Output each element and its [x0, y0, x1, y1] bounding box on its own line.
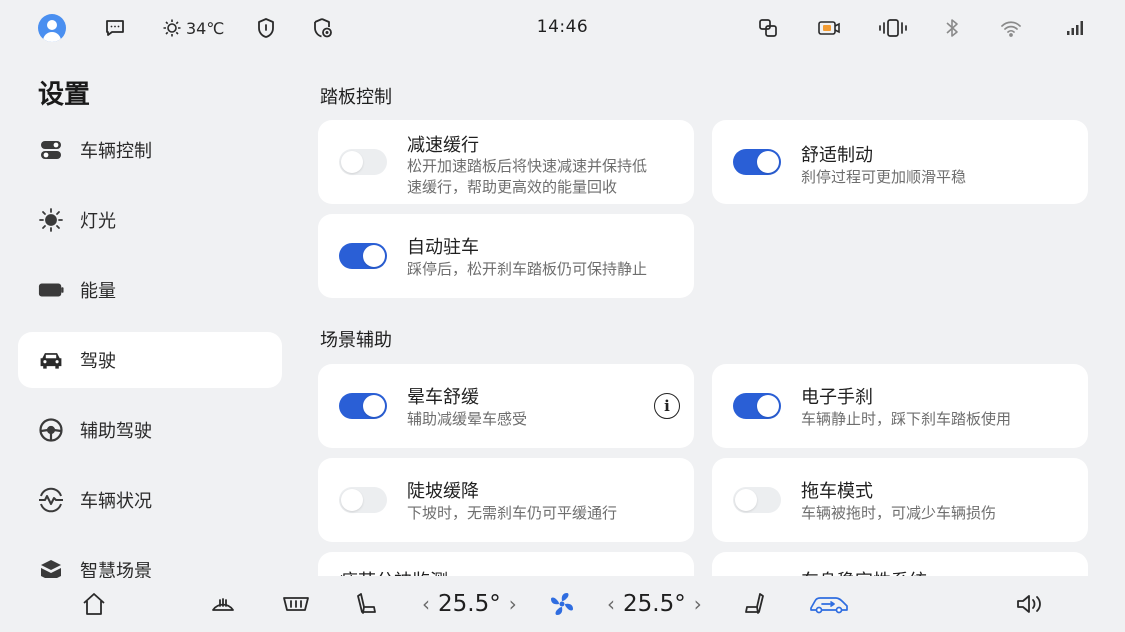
phone-mirror-icon[interactable]	[757, 14, 779, 42]
toggle-switch[interactable]	[733, 487, 781, 513]
sidebar-item-driving[interactable]: 驾驶	[18, 332, 282, 388]
section-title-scene-assist: 场景辅助	[320, 330, 392, 351]
setting-description: 辅助减缓晕车感受	[407, 410, 528, 428]
sidebar-item-label: 车辆状况	[80, 491, 152, 512]
signal-icon	[1066, 14, 1086, 42]
setting-title: 舒适制动	[801, 145, 873, 166]
setting-description: 刹停过程可更加顺滑平稳	[801, 168, 967, 186]
setting-title: 疲劳分神监测	[340, 567, 448, 576]
temp-increase-left[interactable]: ›	[509, 592, 517, 616]
volume-icon[interactable]	[1015, 590, 1045, 618]
sidebar-item-smart-scene[interactable]: 智慧场景	[18, 542, 282, 578]
defrost-rear-icon[interactable]	[281, 590, 311, 618]
seat-heat-left-icon[interactable]	[353, 590, 381, 618]
temp-increase-right[interactable]: ›	[694, 592, 702, 616]
fan-icon[interactable]	[548, 590, 576, 618]
setting-title: 晕车舒缓	[407, 387, 479, 408]
bluetooth-icon[interactable]	[943, 14, 961, 42]
page-title: 设置	[38, 80, 91, 110]
toggle-switch[interactable]	[733, 149, 781, 175]
toggle-switch[interactable]	[339, 149, 387, 175]
setting-description: 踩停后，松开刹车踏板仍可保持静止	[407, 260, 648, 278]
setting-card-fatigue-monitor: 疲劳分神监测	[318, 552, 694, 576]
wifi-icon[interactable]	[1000, 14, 1022, 42]
setting-description: 下坡时，无需刹车仍可平缓通行	[407, 504, 618, 522]
toggle-switch[interactable]	[339, 487, 387, 513]
temp-decrease-right[interactable]: ‹	[607, 592, 615, 616]
battery-icon	[38, 277, 64, 303]
defrost-front-icon[interactable]	[209, 590, 237, 618]
vehicle-status-icon	[38, 487, 64, 513]
bottom-climate-bar: ‹ 25.5° › ‹ 25.5° ›	[0, 576, 1125, 632]
setting-title: 减速缓行	[407, 135, 479, 156]
setting-card-electronic-parking-brake: 电子手刹 车辆静止时，踩下刹车踏板使用	[712, 364, 1088, 448]
toggle-switch[interactable]	[339, 243, 387, 269]
setting-card-stability-system: 车身稳定性系统	[712, 552, 1088, 576]
setting-description: 松开加速踏板后将快速减速并保持低 速缓行，帮助更高效的能量回收	[407, 157, 648, 196]
toggle-switch[interactable]	[733, 393, 781, 419]
sidebar-item-label: 辅助驾驶	[80, 421, 152, 442]
sidebar-item-vehicle-status[interactable]: 车辆状况	[18, 472, 282, 528]
sidebar: 车辆控制 灯光 能量 驾驶 辅助驾驶 车辆状况 智慧场景	[18, 120, 282, 578]
home-icon[interactable]	[80, 590, 108, 618]
section-title-pedal-control: 踏板控制	[320, 87, 392, 108]
dashcam-icon[interactable]	[817, 14, 841, 42]
sidebar-item-label: 能量	[80, 281, 116, 302]
info-icon[interactable]: i	[654, 393, 680, 419]
car-icon	[38, 347, 64, 373]
setting-card-motion-sickness: 晕车舒缓 辅助减缓晕车感受 i	[318, 364, 694, 448]
left-temp-control[interactable]: ‹ 25.5° ›	[422, 590, 517, 618]
setting-card-hill-descent: 陡坡缓降 下坡时，无需刹车仍可平缓通行	[318, 458, 694, 542]
right-temp-control[interactable]: ‹ 25.5° ›	[607, 590, 702, 618]
setting-card-auto-hold: 自动驻车 踩停后，松开刹车踏板仍可保持静止	[318, 214, 694, 298]
setting-title: 自动驻车	[407, 237, 479, 258]
light-icon	[38, 207, 64, 233]
seat-heat-right-icon[interactable]	[742, 590, 770, 618]
sidebar-item-label: 灯光	[80, 211, 116, 232]
temp-decrease-left[interactable]: ‹	[422, 592, 430, 616]
smart-scene-icon	[38, 557, 64, 578]
setting-card-comfort-brake: 舒适制动 刹停过程可更加顺滑平稳	[712, 120, 1088, 204]
status-bar: 34℃ 14:46	[0, 0, 1125, 58]
setting-title: 拖车模式	[801, 481, 873, 502]
air-circulation-icon[interactable]	[808, 590, 850, 618]
sidebar-item-energy[interactable]: 能量	[18, 262, 282, 318]
sidebar-item-label: 智慧场景	[80, 561, 152, 578]
sidebar-item-lights[interactable]: 灯光	[18, 192, 282, 248]
setting-title: 陡坡缓降	[407, 481, 479, 502]
setting-title: 车身稳定性系统	[801, 567, 927, 576]
right-temperature: 25.5°	[623, 591, 686, 617]
setting-card-tow-mode: 拖车模式 车辆被拖时，可减少车辆损伤	[712, 458, 1088, 542]
toggle-switch[interactable]	[339, 393, 387, 419]
sidebar-item-assisted-driving[interactable]: 辅助驾驶	[18, 402, 282, 458]
vibration-icon[interactable]	[878, 14, 908, 42]
setting-card-slow-coast: 减速缓行 松开加速踏板后将快速减速并保持低 速缓行，帮助更高效的能量回收	[318, 120, 694, 204]
sidebar-item-label: 车辆控制	[80, 141, 152, 162]
sidebar-item-vehicle-control[interactable]: 车辆控制	[18, 122, 282, 178]
main-content: 踏板控制 减速缓行 松开加速踏板后将快速减速并保持低 速缓行，帮助更高效的能量回…	[306, 58, 1106, 576]
toggle-icon	[38, 137, 64, 163]
sidebar-item-label: 驾驶	[80, 351, 116, 372]
setting-description: 车辆静止时，踩下刹车踏板使用	[801, 410, 1012, 428]
setting-title: 电子手刹	[801, 387, 873, 408]
left-temperature: 25.5°	[438, 591, 501, 617]
setting-description: 车辆被拖时，可减少车辆损伤	[801, 504, 997, 522]
steering-wheel-icon	[38, 417, 64, 443]
